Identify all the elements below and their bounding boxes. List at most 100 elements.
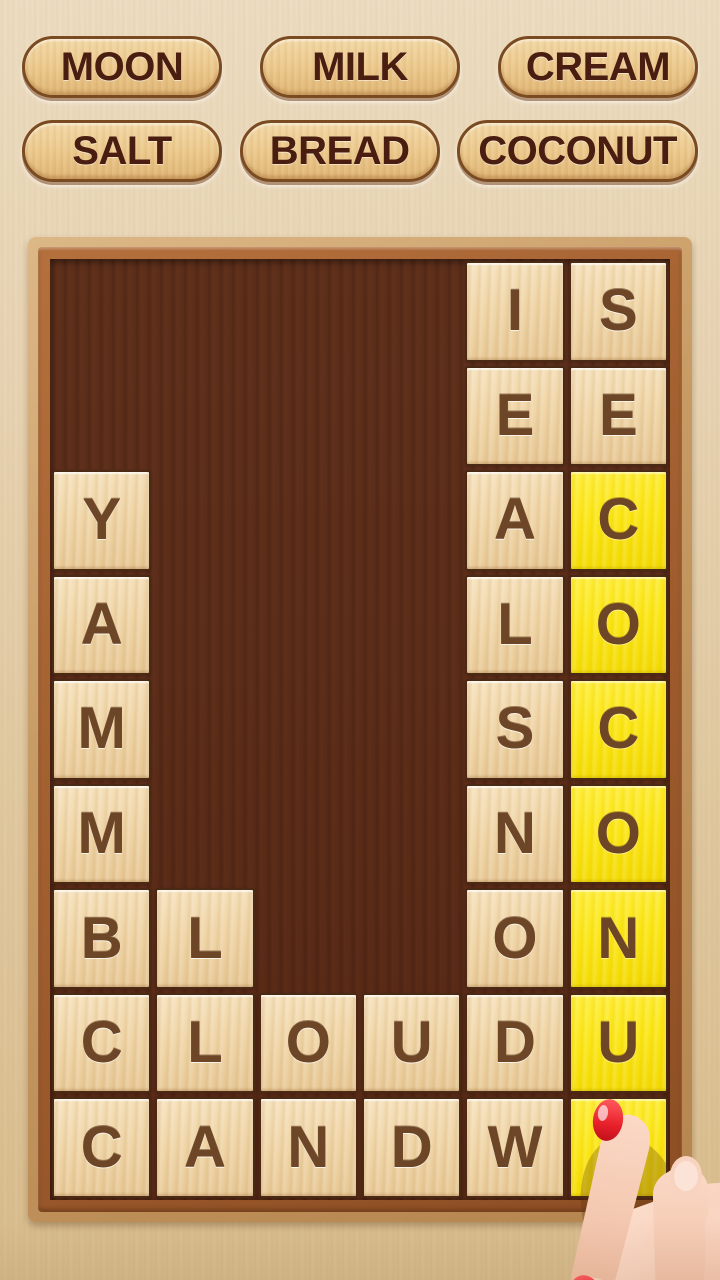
letter-tile[interactable]: D [465,992,565,1094]
grid-cell-r4c6[interactable]: O [567,573,670,678]
tile-letter: M [77,696,126,762]
letter-tile[interactable]: C [52,1097,152,1198]
grid-cell-r7c2[interactable]: L [153,886,256,991]
letter-tile-solved[interactable]: O [568,574,668,676]
grid-cell-r8c1[interactable]: C [50,991,153,1096]
word-chip-salt[interactable]: SALT [22,120,222,182]
letter-tile[interactable]: O [465,888,565,989]
grid-cell-r8c3[interactable]: O [257,991,360,1096]
word-chip-bread[interactable]: BREAD [239,120,440,182]
word-chip-cream[interactable]: CREAM [498,36,698,98]
grid-cell-r9c4[interactable]: D [360,1095,463,1200]
grid-cell-r5c6[interactable]: C [567,677,670,782]
grid-cell-r7c4 [360,886,463,991]
letter-tile[interactable]: W [465,1097,565,1198]
tile-letter: O [595,591,641,657]
tile-letter: C [80,1114,123,1180]
letter-tile[interactable]: L [155,992,255,1094]
tile-letter: D [494,1010,536,1076]
grid-cell-r4c3 [257,573,360,678]
letter-tile[interactable]: L [155,888,255,989]
letter-tile[interactable]: N [465,783,565,885]
letter-tile[interactable]: E [465,365,565,467]
grid-cell-r2c5[interactable]: E [463,364,566,469]
letter-tile[interactable]: M [52,679,152,780]
grid-cell-r9c6[interactable]: T [567,1095,670,1200]
word-chip-moon[interactable]: MOON [22,36,222,98]
grid-cell-r4c1[interactable]: A [50,573,153,678]
grid-cell-r7c5[interactable]: O [463,886,566,991]
letter-tile[interactable]: M [52,783,152,885]
grid-cell-r6c6[interactable]: O [567,782,670,887]
letter-tile[interactable]: B [52,888,152,989]
grid-cell-r3c6[interactable]: C [567,468,670,573]
letter-tile[interactable]: D [362,1097,462,1198]
puzzle-board-inner-frame: ISEEYACALOMSCMNOBLONCLOUDUCANDWT [38,247,682,1212]
tile-letter: L [187,905,223,971]
letter-tile-solved[interactable]: U [568,992,668,1094]
tile-letter: Y [82,487,121,553]
grid-cell-r1c4 [360,259,463,364]
tile-letter: S [495,696,535,762]
letter-tile-solved[interactable]: C [568,470,668,571]
letter-tile-solved[interactable]: T [568,1097,668,1198]
grid-cell-r2c6[interactable]: E [567,364,670,469]
word-chip-label: MOON [60,45,184,89]
grid-cell-r2c3 [257,364,360,469]
tile-letter: T [600,1114,637,1180]
letter-tile[interactable]: L [465,574,565,676]
grid-cell-r2c2 [153,364,256,469]
letter-tile[interactable]: U [362,992,462,1094]
tile-letter: N [494,801,536,867]
game-screen: MOON MILK CREAM SALT BREAD COCONUT ISEEYACALO… [0,0,720,1280]
tile-letter: A [184,1114,226,1180]
grid-cell-r5c2 [153,677,256,782]
tile-letter: U [597,1010,640,1076]
letter-tile-solved[interactable]: N [568,888,668,989]
letter-tile[interactable]: S [465,679,565,780]
word-chip-label: BREAD [269,129,410,173]
grid-cell-r9c3[interactable]: N [257,1095,360,1200]
letter-tile[interactable]: I [465,261,565,362]
tile-letter: N [597,905,640,971]
word-chip-coconut[interactable]: COCONUT [457,120,698,182]
grid-cell-r5c1[interactable]: M [50,677,153,782]
letter-tile[interactable]: Y [52,470,152,571]
tile-letter: O [492,905,538,971]
letter-tile[interactable]: A [465,470,565,571]
letter-tile[interactable]: N [258,1097,358,1198]
grid-cell-r9c5[interactable]: W [463,1095,566,1200]
grid-cell-r8c5[interactable]: D [463,991,566,1096]
tile-letter: B [80,905,123,971]
grid-cell-r8c2[interactable]: L [153,991,256,1096]
grid-cell-r7c6[interactable]: N [567,886,670,991]
letter-tile-solved[interactable]: C [568,679,668,780]
letter-tile[interactable]: A [52,574,152,676]
grid-cell-r7c1[interactable]: B [50,886,153,991]
grid-cell-r5c5[interactable]: S [463,677,566,782]
grid-cell-r6c4 [360,782,463,887]
tile-letter: A [494,487,536,553]
word-chip-milk[interactable]: MILK [260,36,460,98]
grid-cell-r4c5[interactable]: L [463,573,566,678]
tile-letter: M [77,801,126,867]
grid-cell-r6c5[interactable]: N [463,782,566,887]
grid-cell-r7c3 [257,886,360,991]
letter-tile[interactable]: C [52,992,152,1094]
grid-cell-r6c1[interactable]: M [50,782,153,887]
letter-tile[interactable]: E [568,365,668,467]
grid-cell-r1c5[interactable]: I [463,259,566,364]
grid-cell-r9c2[interactable]: A [153,1095,256,1200]
grid-cell-r9c1[interactable]: C [50,1095,153,1200]
grid-cell-r1c6[interactable]: S [567,259,670,364]
tile-letter: O [285,1010,331,1076]
grid-cell-r8c4[interactable]: U [360,991,463,1096]
grid-cell-r3c5[interactable]: A [463,468,566,573]
letter-tile[interactable]: O [258,992,358,1094]
letter-tile[interactable]: S [568,261,668,362]
grid-cell-r2c1 [50,364,153,469]
grid-cell-r8c6[interactable]: U [567,991,670,1096]
grid-cell-r3c1[interactable]: Y [50,468,153,573]
letter-tile[interactable]: A [155,1097,255,1198]
letter-tile-solved[interactable]: O [568,783,668,885]
